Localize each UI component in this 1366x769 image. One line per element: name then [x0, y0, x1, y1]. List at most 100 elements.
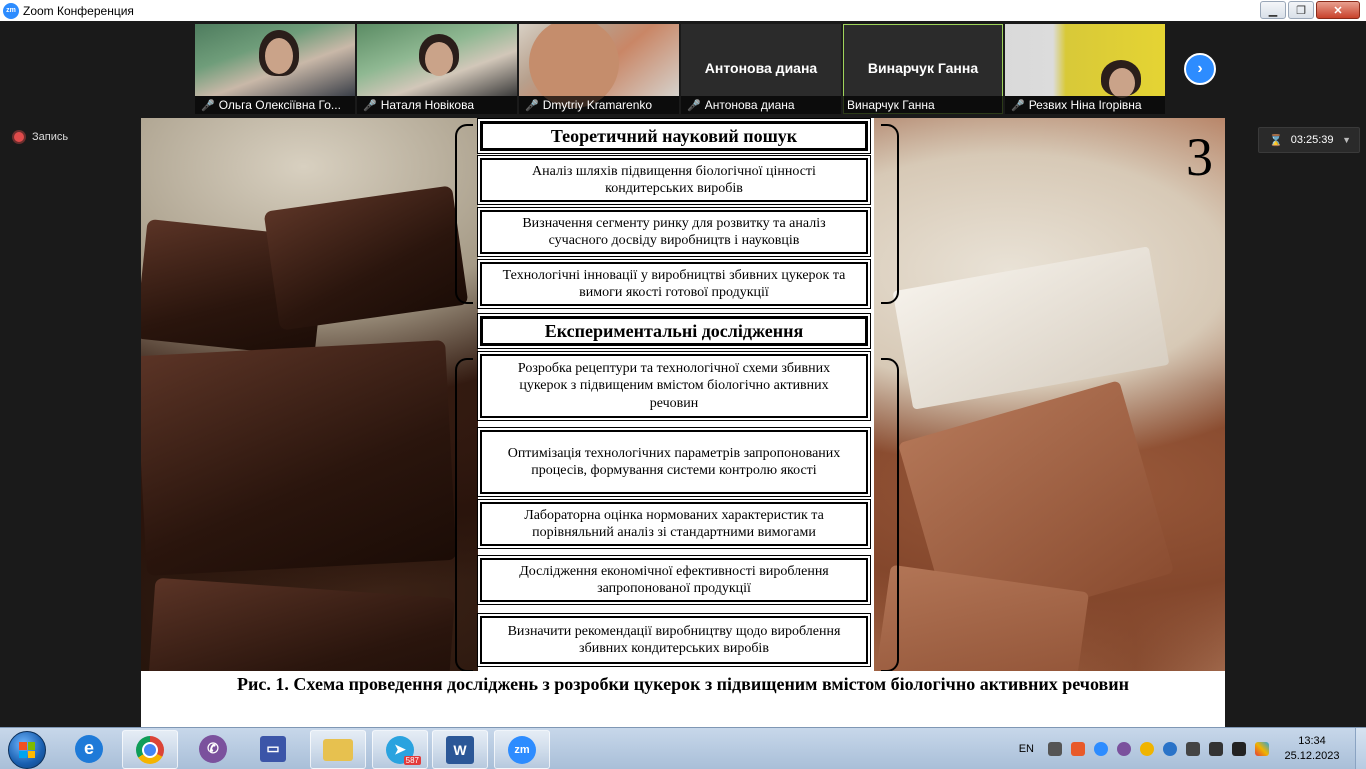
internet-explorer-icon: e — [75, 734, 103, 763]
participant-caption: 🎤 Наталя Новікова — [357, 96, 517, 114]
folder-icon — [323, 738, 353, 761]
window-title: Zoom Конференция — [23, 3, 134, 18]
flag-icon[interactable] — [1209, 741, 1223, 756]
participant-tile[interactable]: Антонова диана 🎤 Антонова диана — [681, 24, 841, 114]
mic-muted-icon: 🎤 — [525, 99, 539, 112]
participant-video — [357, 24, 517, 96]
next-page-button[interactable]: › — [1184, 53, 1216, 85]
zoom-icon-label: zm — [514, 743, 530, 756]
ms-office-icon[interactable] — [1255, 741, 1269, 756]
participant-tile[interactable]: 🎤 Ольга Олексіївна Го... — [195, 24, 355, 114]
zoom-tray-icon[interactable] — [1094, 741, 1108, 756]
participant-tile[interactable]: 🎤 Dmytriy Kramarenko — [519, 24, 679, 114]
right-bracket — [881, 124, 899, 304]
windows-taskbar: e ✆ ▭ ➤ 587 W zm EN 13:34 25.12.2023 — [0, 727, 1366, 769]
language-indicator[interactable]: EN — [1019, 743, 1034, 755]
mic-muted-icon: 🎤 — [687, 99, 701, 112]
participant-video — [195, 24, 355, 96]
shared-slide: 3 Теоретичний науковий пошук Аналіз шлях… — [141, 118, 1225, 727]
slide-number: 3 — [1186, 127, 1213, 187]
clock-date: 25.12.2023 — [1284, 749, 1340, 762]
network-app-icon[interactable] — [1140, 741, 1154, 756]
flowchart-step: Визначення сегменту ринку для розвитку т… — [477, 207, 871, 257]
windows-logo-icon — [19, 742, 35, 758]
participant-tile-active-speaker[interactable]: Винарчук Ганна Винарчук Ганна — [843, 24, 1003, 114]
participant-name: Антонова диана — [704, 98, 795, 112]
chocolate-image — [141, 340, 457, 576]
right-bracket — [881, 358, 899, 672]
start-button[interactable] — [8, 731, 46, 769]
participant-caption: 🎤 Dmytriy Kramarenko — [519, 96, 679, 114]
participant-caption: 🎤 Ольга Олексіївна Го... — [195, 96, 355, 114]
clock-time: 13:34 — [1298, 734, 1326, 747]
chrome-taskbar-icon[interactable] — [122, 730, 178, 769]
internet-explorer-taskbar-icon[interactable]: e — [62, 730, 116, 767]
flowchart-step: Розробка рецептури та технологічної схем… — [477, 351, 871, 421]
mic-muted-icon: 🎤 — [363, 99, 377, 112]
system-tray: EN 13:34 25.12.2023 — [1019, 728, 1366, 769]
recording-indicator[interactable]: Запись — [14, 131, 68, 143]
meeting-timer[interactable]: ⌛ 03:25:39 ▼ — [1258, 127, 1360, 153]
left-bracket — [455, 358, 473, 672]
participant-caption: Винарчук Ганна — [843, 96, 1003, 114]
maximize-button[interactable]: ❐ — [1288, 1, 1314, 19]
meeting-area: 🎤 Ольга Олексіївна Го... 🎤 Наталя Новікова… — [0, 21, 1366, 727]
clipboard-icon[interactable] — [1048, 741, 1062, 756]
bluetooth-icon[interactable] — [1163, 741, 1177, 756]
chevron-right-icon: › — [1197, 60, 1203, 77]
participant-name: Ольга Олексіївна Го... — [218, 98, 341, 112]
window-controls: ▁ ❐ ✕ — [1260, 1, 1360, 19]
viber-tray-icon[interactable] — [1117, 741, 1131, 756]
section-header-experimental: Експериментальні дослідження — [477, 313, 871, 349]
zoom-icon: zm — [508, 735, 536, 764]
word-icon: W — [446, 735, 474, 764]
notification-badge: 587 — [403, 756, 421, 765]
participant-tile[interactable]: 🎤 Резвих Ніна Ігорівна — [1005, 24, 1165, 114]
participant-video — [1005, 24, 1165, 98]
volume-icon[interactable] — [1186, 741, 1200, 756]
participant-strip: 🎤 Ольга Олексіївна Го... 🎤 Наталя Новікова… — [195, 24, 1165, 114]
participant-caption: 🎤 Антонова диана — [681, 96, 841, 114]
floppy-disk-icon: ▭ — [260, 735, 286, 762]
flowchart-step: Визначити рекомендації виробництву щодо … — [477, 613, 871, 667]
window-titlebar: zm Zoom Конференция ▁ ❐ ✕ — [0, 0, 1366, 21]
file-explorer-taskbar-icon[interactable] — [310, 730, 366, 769]
left-bracket — [455, 124, 473, 304]
hourglass-icon: ⌛ — [1269, 134, 1283, 147]
participant-display-name: Винарчук Ганна — [867, 60, 979, 76]
viber-taskbar-icon[interactable]: ✆ — [186, 730, 240, 767]
telegram-taskbar-icon[interactable]: ➤ 587 — [372, 730, 428, 769]
participant-name: Наталя Новікова — [380, 98, 475, 112]
clock[interactable]: 13:34 25.12.2023 — [1278, 734, 1346, 764]
participant-name: Винарчук Ганна — [847, 98, 935, 112]
minimize-button[interactable]: ▁ — [1260, 1, 1286, 19]
flowchart-step: Технологічні інновації у виробництві зби… — [477, 259, 871, 309]
signal-icon[interactable] — [1232, 741, 1246, 756]
mic-muted-icon: 🎤 — [1011, 99, 1025, 112]
chrome-icon — [136, 735, 164, 764]
record-dot-icon — [14, 132, 24, 142]
mic-muted-icon: 🎤 — [201, 99, 215, 112]
flowchart-step: Лабораторна оцінка нормованих характерис… — [477, 499, 871, 549]
zoom-app-icon: zm — [3, 2, 19, 19]
chevron-down-icon[interactable]: ▼ — [1342, 135, 1351, 145]
figure-caption: Рис. 1. Схема проведення досліджень з ро… — [237, 674, 1129, 694]
flowchart-step: Аналіз шляхів підвищення біологічної цін… — [477, 155, 871, 205]
section-header-theoretical: Теоретичний науковий пошук — [477, 118, 871, 154]
save-taskbar-icon[interactable]: ▭ — [246, 730, 300, 767]
app-tray-icon[interactable] — [1071, 741, 1085, 756]
viber-icon: ✆ — [199, 734, 227, 763]
word-taskbar-icon[interactable]: W — [432, 730, 488, 769]
zoom-app-icon-label: zm — [6, 7, 16, 14]
participant-caption: 🎤 Резвих Ніна Ігорівна — [1005, 96, 1165, 114]
participant-tile[interactable]: 🎤 Наталя Новікова — [357, 24, 517, 114]
record-label: Запись — [32, 131, 69, 143]
close-button[interactable]: ✕ — [1316, 1, 1360, 19]
participant-video — [519, 24, 679, 108]
show-desktop-button[interactable] — [1355, 728, 1366, 769]
flowchart-step: Оптимізація технологічних параметрів зап… — [477, 427, 871, 497]
participant-name: Dmytriy Kramarenko — [542, 98, 653, 112]
timer-value: 03:25:39 — [1290, 134, 1334, 146]
flowchart-step: Дослідження економічної ефективності вир… — [477, 555, 871, 605]
zoom-taskbar-icon[interactable]: zm — [494, 730, 550, 769]
